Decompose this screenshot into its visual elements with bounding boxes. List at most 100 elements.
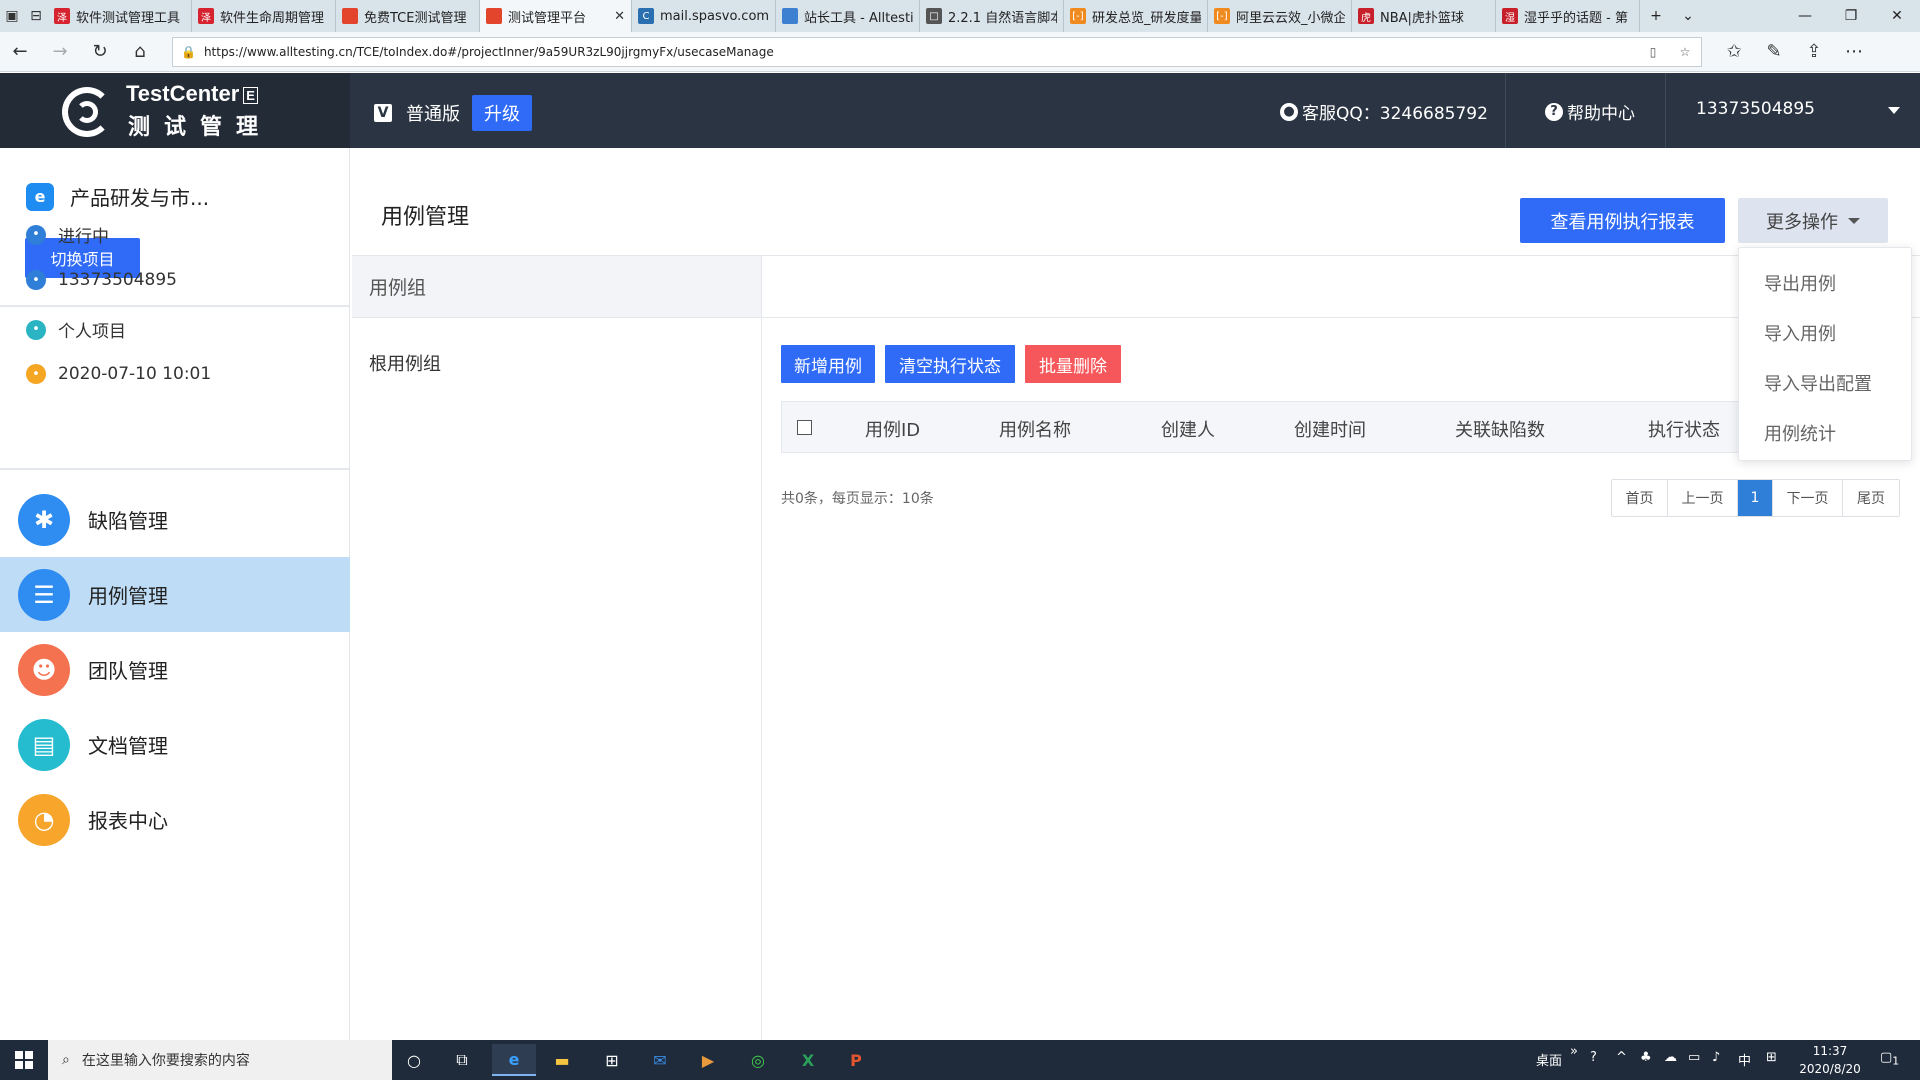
mail-icon[interactable]: ✉ (638, 1044, 682, 1076)
url-text[interactable]: https://www.alltesting.cn/TCE/toIndex.do… (204, 45, 1637, 59)
volume-icon[interactable]: ♪ (1712, 1050, 1720, 1065)
sidebar-divider (0, 305, 350, 307)
close-tab-icon[interactable]: ✕ (614, 9, 625, 24)
add-case-button[interactable]: 新增用例 (781, 345, 875, 383)
help-center-link[interactable]: ? 帮助中心 (1545, 99, 1635, 124)
sidebar-menu-item[interactable]: ✱ 缺陷管理 (0, 482, 350, 557)
browser-tab[interactable]: 湿湿乎乎的话题 - 第 (1496, 0, 1640, 32)
wechat-icon[interactable]: ◎ (736, 1044, 780, 1076)
user-account[interactable]: 13373504895 (1696, 99, 1815, 119)
sidebar-menu-item[interactable]: ☻ 团队管理 (0, 632, 350, 707)
column-header[interactable]: 用例ID (865, 416, 920, 442)
clock-date: 2020/8/20 (1799, 1062, 1861, 1076)
import-cases-item[interactable]: 导入用例 (1764, 320, 1836, 346)
network-icon[interactable]: ▭ (1688, 1050, 1700, 1065)
caret-down-icon[interactable] (1888, 107, 1900, 114)
logo[interactable]: TestCenter E 测试管理 (0, 73, 350, 148)
cortana-icon[interactable]: ○ (392, 1044, 436, 1076)
browser-tab[interactable]: 泽软件测试管理工具 (48, 0, 192, 32)
sidebar-menu-item[interactable]: ◔ 报表中心 (0, 782, 350, 857)
file-explorer-icon[interactable]: ▬ (540, 1044, 584, 1076)
forward-button[interactable]: → (40, 32, 80, 72)
browser-tab[interactable]: 免费TCE测试管理 (336, 0, 480, 32)
tab-overview-icon[interactable]: ▣ (0, 0, 24, 32)
view-report-button[interactable]: 查看用例执行报表 (1520, 198, 1725, 243)
browser-tab[interactable]: Cmail.spasvo.com (632, 0, 776, 32)
tab-list-chevron-icon[interactable]: ⌄ (1672, 0, 1704, 32)
share-icon[interactable]: ⇪ (1794, 32, 1834, 72)
excel-icon[interactable]: X (786, 1044, 830, 1076)
case-table-header: 用例ID 用例名称 创建人 创建时间 关联缺陷数 执行状态 (781, 401, 1901, 453)
desktop-toolbar-label[interactable]: 桌面 (1536, 1050, 1562, 1069)
root-case-group[interactable]: 根用例组 (369, 350, 441, 376)
upgrade-button[interactable]: 升级 (472, 95, 532, 131)
task-view-icon[interactable]: ⧉ (440, 1044, 484, 1076)
first-page-button[interactable]: 首页 (1612, 480, 1668, 516)
page-1-button[interactable]: 1 (1738, 480, 1773, 516)
pagination: 首页 上一页 1 下一页 尾页 (1611, 479, 1900, 517)
onedrive-icon[interactable]: ☁ (1664, 1050, 1677, 1065)
ime-mode-icon[interactable]: ⊞ (1766, 1050, 1777, 1065)
notification-center-icon[interactable]: ▢1 (1880, 1050, 1899, 1068)
reading-view-icon[interactable]: ▯ (1637, 45, 1669, 59)
document-icon: ▤ (18, 718, 70, 771)
next-page-button[interactable]: 下一页 (1773, 480, 1843, 516)
help-tray-icon[interactable]: ? (1590, 1050, 1597, 1065)
batch-delete-button[interactable]: 批量删除 (1025, 345, 1121, 383)
browser-tab[interactable]: [-] 阿里云云效_小微企 (1208, 0, 1352, 32)
clear-status-button[interactable]: 清空执行状态 (885, 345, 1015, 383)
column-header[interactable]: 创建时间 (1294, 416, 1366, 442)
clock[interactable]: 11:37 2020/8/20 (1795, 1042, 1865, 1078)
column-header[interactable]: 创建人 (1161, 416, 1215, 442)
sidebar-menu-item[interactable]: ☰ 用例管理 (0, 557, 350, 632)
browser-tab[interactable]: 测试管理平台 ✕ (480, 0, 632, 32)
store-icon[interactable]: ⊞ (590, 1044, 634, 1076)
edge-icon[interactable]: e (492, 1044, 536, 1076)
taskbar-search[interactable]: ⌕ 在这里输入你要搜索的内容 (48, 1040, 392, 1080)
support-qq[interactable]: ● 客服QQ：3246685792 (1280, 99, 1488, 124)
last-page-button[interactable]: 尾页 (1843, 480, 1899, 516)
import-export-config-item[interactable]: 导入导出配置 (1764, 370, 1872, 396)
new-tab-button[interactable]: + (1640, 0, 1672, 32)
ime-indicator[interactable]: 中 (1738, 1050, 1751, 1069)
column-header[interactable]: 用例名称 (999, 416, 1071, 442)
refresh-button[interactable]: ↻ (80, 32, 120, 72)
browser-tab[interactable]: 泽软件生命周期管理 (192, 0, 336, 32)
prev-page-button[interactable]: 上一页 (1668, 480, 1738, 516)
favorite-star-icon[interactable]: ☆ (1669, 45, 1701, 59)
address-bar[interactable]: 🔒 https://www.alltesting.cn/TCE/toIndex.… (172, 36, 1702, 67)
team-icon: ☻ (18, 643, 70, 696)
case-statistics-item[interactable]: 用例统计 (1764, 420, 1836, 446)
powerpoint-icon[interactable]: P (834, 1044, 878, 1076)
minimize-button[interactable]: — (1782, 0, 1828, 32)
column-header[interactable]: 执行状态 (1648, 416, 1720, 442)
browser-tab[interactable]: □ 2.2.1 自然语言脚本 (920, 0, 1064, 32)
media-player-icon[interactable]: ▶ (686, 1044, 730, 1076)
home-button[interactable]: ⌂ (120, 32, 160, 72)
column-header[interactable]: 关联缺陷数 (1455, 416, 1545, 442)
tray-expand-icon[interactable]: ^ (1616, 1050, 1627, 1065)
more-menu-icon[interactable]: ⋯ (1834, 32, 1874, 72)
start-button[interactable] (0, 1040, 48, 1080)
browser-tab[interactable]: 站长工具 - Alltesti (776, 0, 920, 32)
back-button[interactable]: ← (0, 32, 40, 72)
close-window-button[interactable]: ✕ (1874, 0, 1920, 32)
project-meta-text: 13373504895 (58, 270, 177, 290)
restore-button[interactable]: ❐ (1828, 0, 1874, 32)
select-all-checkbox[interactable] (797, 419, 812, 435)
tab-title: 站长工具 - Alltesti (804, 10, 913, 26)
pen-icon[interactable]: ✎ (1754, 32, 1794, 72)
qq-tray-icon[interactable]: ♣ (1640, 1050, 1652, 1065)
tab-favicon-icon: [-] (1214, 8, 1230, 24)
browser-tab[interactable]: [-] 研发总览_研发度量 (1064, 0, 1208, 32)
favorites-hub-icon[interactable]: ✩ (1714, 32, 1754, 72)
list-icon: ☰ (18, 568, 70, 621)
export-cases-item[interactable]: 导出用例 (1764, 270, 1836, 296)
toolbar-overflow-icon[interactable]: » (1570, 1044, 1578, 1059)
browser-tab[interactable]: 虎 NBA|虎扑篮球 (1352, 0, 1496, 32)
page-title: 用例管理 (381, 205, 470, 230)
version-check-icon: V (374, 104, 392, 122)
more-actions-button[interactable]: 更多操作 (1738, 198, 1888, 243)
tab-aside-icon[interactable]: ⊟ (24, 0, 48, 32)
sidebar-menu-item[interactable]: ▤ 文档管理 (0, 707, 350, 782)
